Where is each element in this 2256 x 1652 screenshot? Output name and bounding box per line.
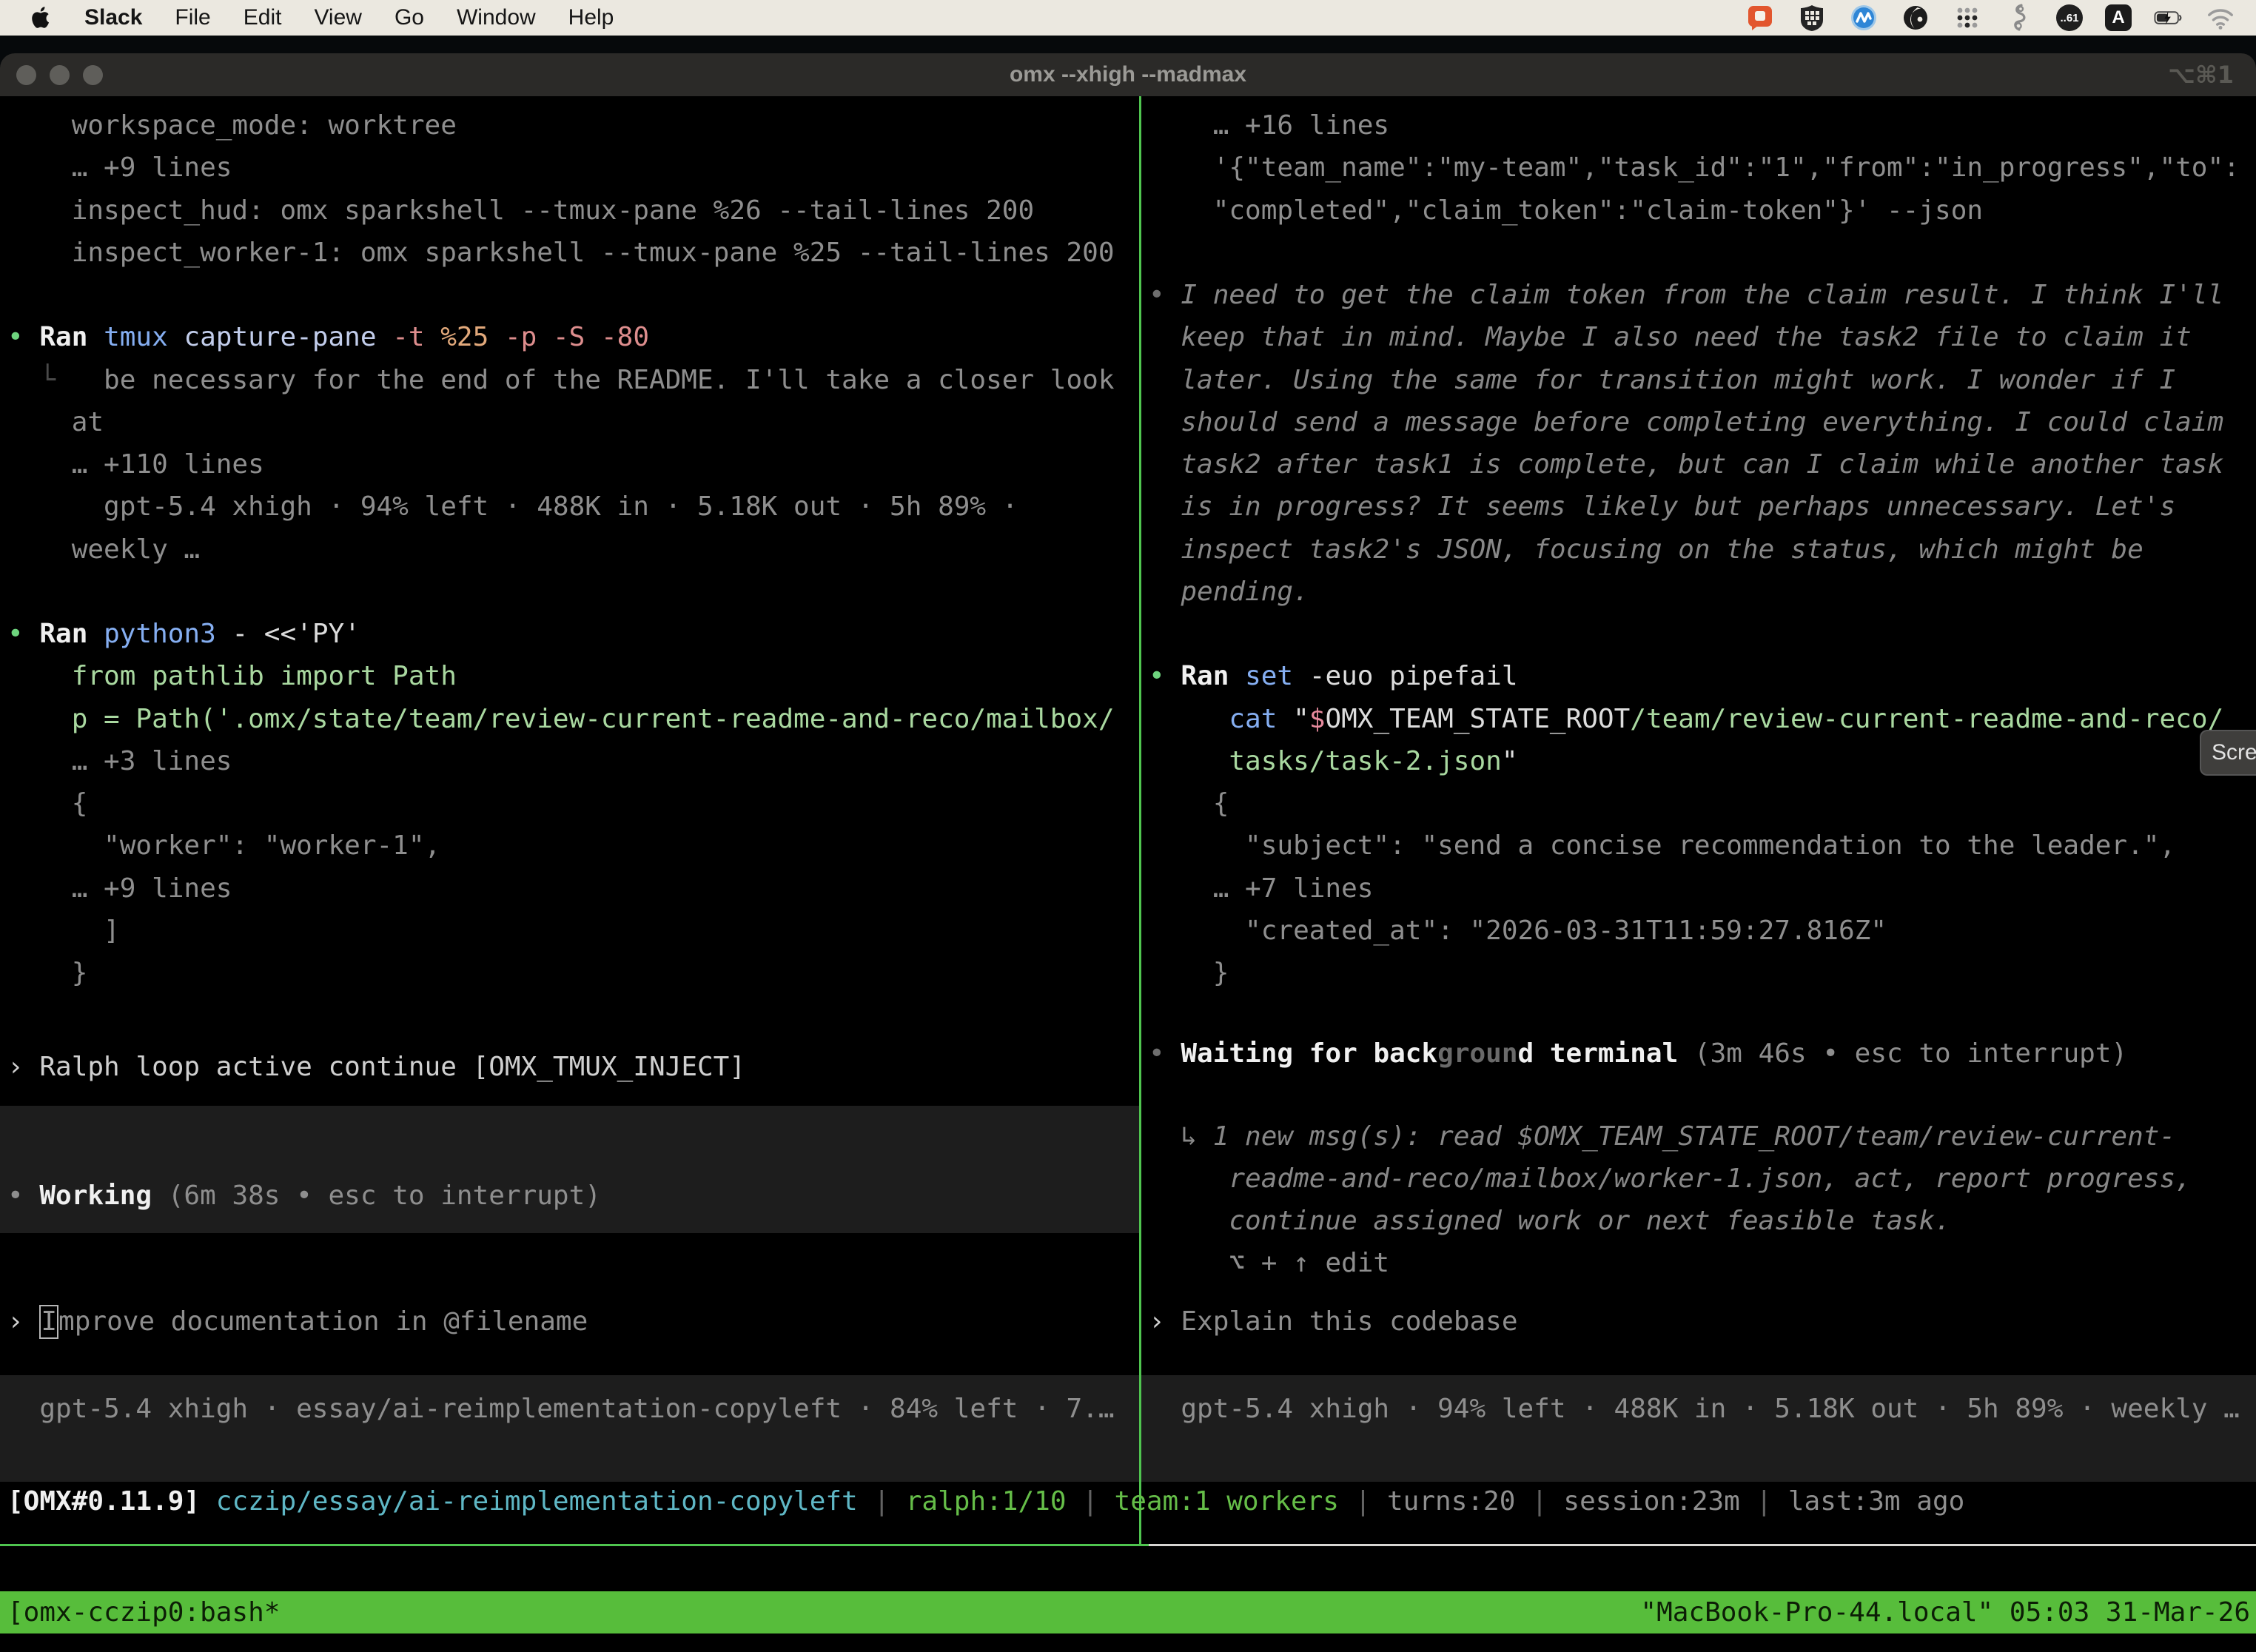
text-segment: session:23m (1563, 1486, 1739, 1517)
zigzag-badge-icon[interactable] (1849, 3, 1879, 33)
text-segment: last:3m ago (1788, 1486, 1964, 1517)
menu-status-icons: ..61 A (1745, 3, 2235, 33)
menu-item-edit[interactable]: Edit (227, 0, 298, 36)
text-segment: [OMX#0.11.9] (7, 1486, 216, 1517)
text-segment: | (1339, 1486, 1387, 1517)
wifi-icon[interactable] (2206, 3, 2235, 33)
text-segment: | (1740, 1486, 1788, 1517)
text-segment: team:1 workers (1115, 1486, 1339, 1517)
menu-app-name[interactable]: Slack (68, 0, 158, 36)
battery-icon[interactable] (2154, 3, 2183, 33)
menu-item-go[interactable]: Go (378, 0, 440, 36)
terminal-line: [OMX#0.11.9] cczip/essay/ai-reimplementa… (7, 1484, 1964, 1520)
tmux-status-bar: [omx-cczip0:bash* "MacBook-Pro-44.local"… (0, 1591, 2256, 1633)
text-segment: turns:20 (1387, 1486, 1515, 1517)
menu-item-view[interactable]: View (298, 0, 377, 36)
text-segment: ralph:1/10 (906, 1486, 1067, 1517)
text-segment: | (1515, 1486, 1563, 1517)
tmux-session-label[interactable]: [omx-cczip0:bash* (7, 1597, 280, 1628)
text-segment: | (1067, 1486, 1115, 1517)
badge-61-icon[interactable]: ..61 (2056, 4, 2083, 31)
macos-menu-bar: Slack File Edit View Go Window Help ..61… (0, 0, 2256, 36)
omx-status-bar: [OMX#0.11.9] cczip/essay/ai-reimplementa… (0, 0, 2256, 1652)
menu-item-window[interactable]: Window (440, 0, 552, 36)
menu-item-file[interactable]: File (158, 0, 226, 36)
menu-item-help[interactable]: Help (552, 0, 631, 36)
menu-items: Slack File Edit View Go Window Help (68, 0, 630, 36)
crescent-app-icon[interactable] (1901, 3, 1930, 33)
tmux-host-clock: "MacBook-Pro-44.local" 05:03 31-Mar-26 (1640, 1597, 2250, 1628)
slack-status-icon[interactable] (1745, 3, 1775, 33)
squiggle-icon[interactable] (2004, 3, 2034, 33)
apple-logo-icon (30, 5, 53, 30)
grid-shield-icon[interactable] (1797, 3, 1827, 33)
text-segment: cczip/essay/ai-reimplementation-copyleft (216, 1486, 858, 1517)
apple-menu-icon[interactable] (28, 4, 55, 31)
text-segment: | (858, 1486, 906, 1517)
letter-a-icon[interactable]: A (2105, 4, 2132, 31)
dots-grid-icon[interactable] (1953, 3, 1982, 33)
screenshot-overlay-button[interactable]: Scre (2200, 730, 2256, 776)
